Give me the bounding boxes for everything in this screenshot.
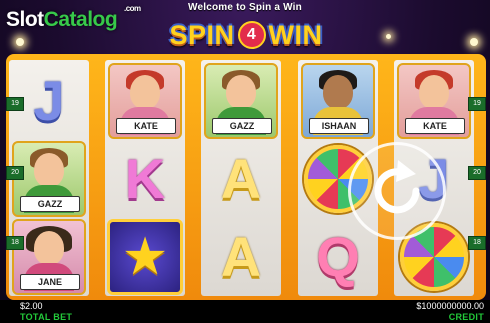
symbol-character-jane: JANE — [9, 218, 89, 296]
symbol-character-kate: KATE — [394, 62, 474, 140]
symbol-character-gazz: GAZZ — [201, 62, 281, 140]
stage-light-icon — [16, 38, 24, 46]
refresh-arrow-icon — [374, 160, 420, 214]
payline-badge: 19 — [6, 97, 24, 111]
payline-badge: 20 — [468, 166, 486, 180]
reel-2: KATE K ★ — [105, 60, 185, 296]
stage-light-icon — [470, 38, 478, 46]
symbol-character-kate: KATE — [105, 62, 185, 140]
symbol-letter-a: A — [220, 147, 262, 210]
payline-badge: 18 — [6, 236, 24, 250]
reel-3: GAZZ A A — [201, 60, 281, 296]
symbol-star: ★ — [105, 218, 185, 296]
character-portrait: KATE — [108, 63, 182, 139]
total-bet-label[interactable]: TOTAL BET — [20, 312, 72, 322]
payline-badge: 18 — [468, 236, 486, 250]
character-portrait: JANE — [12, 219, 86, 295]
character-portrait: KATE — [397, 63, 471, 139]
credit-value: $1000000000.00 — [416, 301, 484, 311]
spin-button[interactable] — [348, 142, 446, 240]
payline-badge: 20 — [6, 166, 24, 180]
symbol-character-ishaan: ISHAAN — [298, 62, 378, 140]
star-icon: ★ — [107, 219, 183, 295]
credit-label: CREDIT — [448, 312, 484, 322]
symbol-letter-k: K — [124, 147, 166, 210]
character-portrait: GAZZ — [204, 63, 278, 139]
watermark-logo: SlotCatalog .com — [6, 4, 141, 31]
stage-light-icon — [386, 34, 391, 39]
total-bet-value: $2.00 — [20, 301, 43, 311]
symbol-letter-a: A — [220, 225, 262, 288]
status-bar: $2.00 TOTAL BET $1000000000.00 CREDIT — [0, 300, 490, 323]
game-logo: SPIN 4 WIN — [169, 19, 323, 50]
character-portrait: ISHAAN — [301, 63, 375, 139]
payline-badge: 19 — [468, 97, 486, 111]
